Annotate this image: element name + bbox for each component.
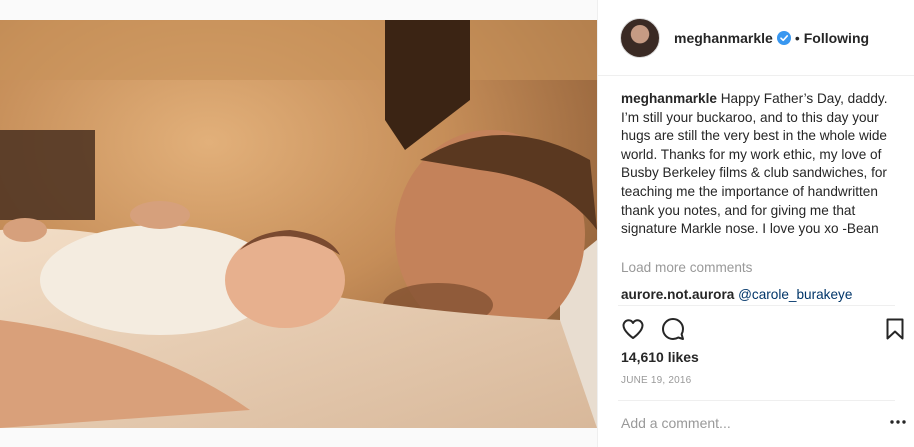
caption: meghanmarkle Happy Father’s Day, daddy. … [621, 90, 901, 239]
bottom-backdrop [0, 428, 597, 447]
comment-item: aurore.not.aurora @carole_burakeye [621, 287, 852, 302]
add-comment-input[interactable] [621, 413, 871, 433]
verified-badge-icon [776, 30, 791, 45]
likes-count[interactable]: 14,610 likes [621, 349, 699, 365]
heart-icon[interactable] [621, 317, 645, 341]
more-options-icon[interactable] [889, 415, 907, 429]
avatar[interactable] [620, 17, 660, 58]
post-details-panel: meghanmarkle • Following meghanmarkle Ha… [597, 0, 914, 447]
comment-mention[interactable]: @carole_burakeye [738, 287, 852, 302]
caption-text: Happy Father’s Day, daddy. I’m still you… [621, 91, 888, 237]
actions-divider [618, 305, 895, 306]
comment-username[interactable]: aurore.not.aurora [621, 287, 734, 302]
post-header: meghanmarkle • Following [598, 0, 914, 76]
header-username[interactable]: meghanmarkle [674, 30, 773, 46]
bookmark-icon[interactable] [883, 317, 907, 341]
following-button[interactable]: Following [804, 30, 869, 46]
comment-icon[interactable] [661, 317, 685, 341]
top-backdrop [0, 0, 597, 20]
separator-dot: • [794, 29, 800, 46]
post-photo[interactable] [0, 20, 597, 428]
caption-username[interactable]: meghanmarkle [621, 91, 717, 106]
post-date: JUNE 19, 2016 [621, 375, 692, 386]
load-more-comments-link[interactable]: Load more comments [621, 260, 752, 275]
add-comment-divider [618, 400, 895, 401]
post-photo-image [0, 20, 597, 428]
